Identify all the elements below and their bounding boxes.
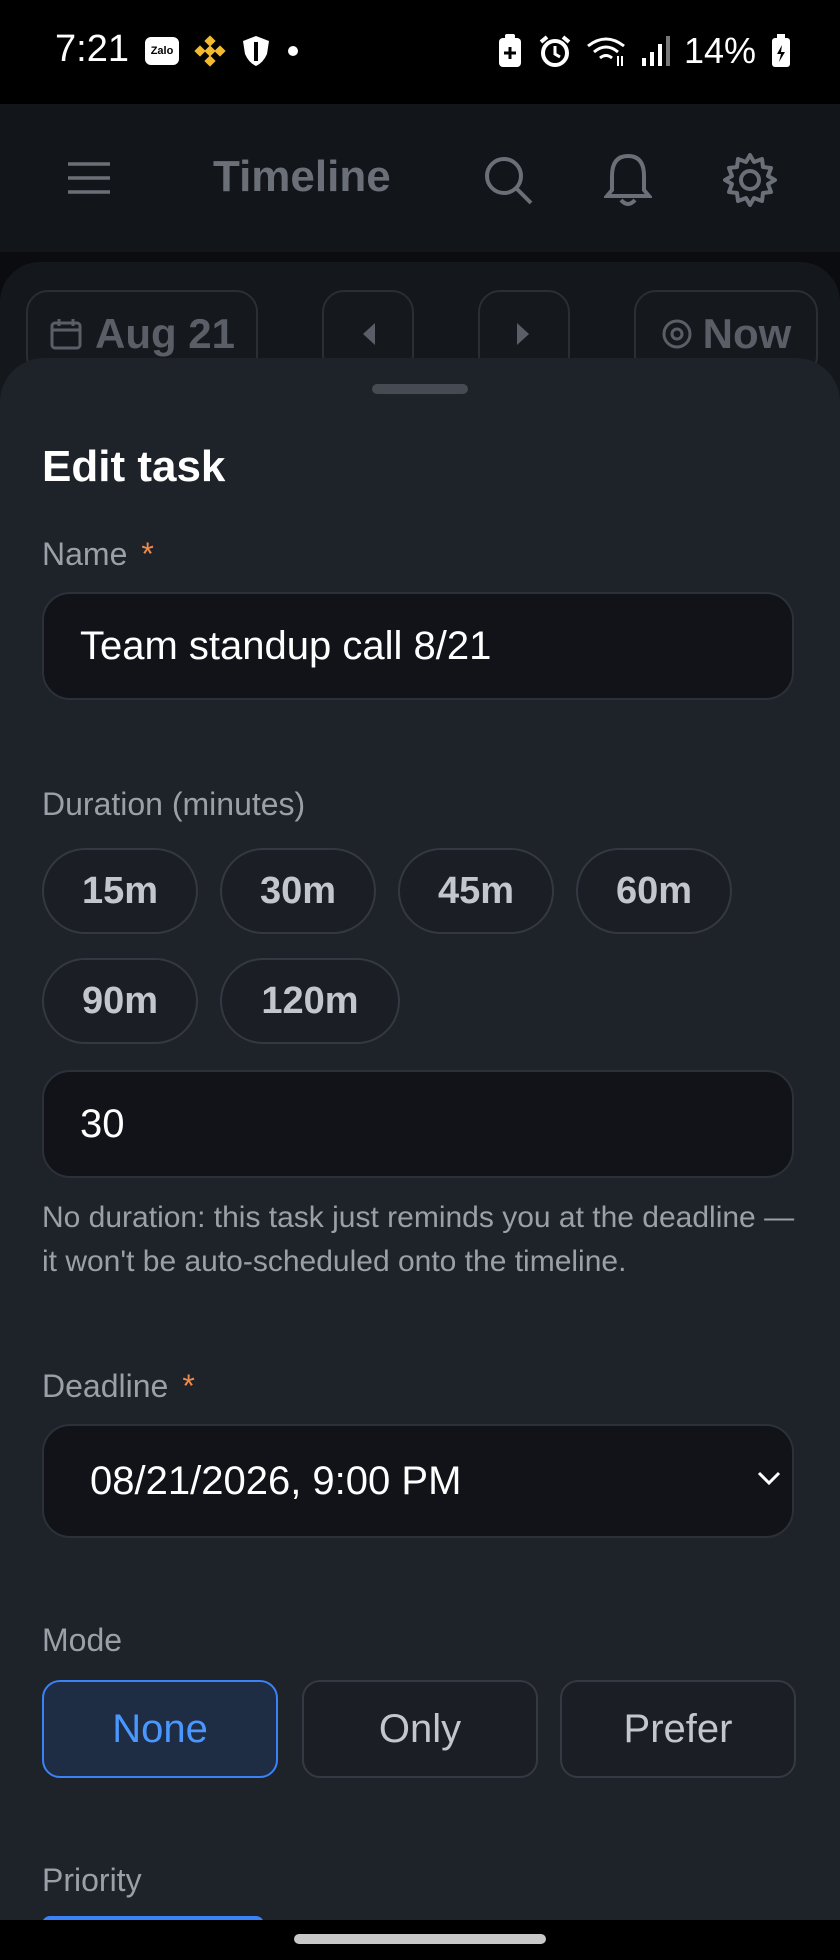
chevron-right-icon xyxy=(517,323,529,345)
deadline-value: 08/21/2026, 9:00 PM xyxy=(90,1458,462,1503)
binance-icon xyxy=(194,35,226,67)
bell-icon[interactable] xyxy=(604,152,652,208)
required-mark: * xyxy=(182,1368,195,1404)
name-input[interactable]: Team standup call 8/21 xyxy=(42,592,794,700)
system-icons: 14% xyxy=(496,30,792,72)
app-title: Timeline xyxy=(213,152,391,201)
home-indicator[interactable] xyxy=(294,1934,546,1944)
app-bar: Timeline xyxy=(0,104,840,254)
duration-chip-60[interactable]: 60m xyxy=(576,848,732,934)
duration-chip-30[interactable]: 30m xyxy=(220,848,376,934)
notification-icons: Zalo xyxy=(145,34,301,68)
mode-none-button[interactable]: None xyxy=(42,1680,278,1778)
mode-prefer-button[interactable]: Prefer xyxy=(560,1680,796,1778)
deadline-label: Deadline xyxy=(42,1368,169,1404)
chevron-down-icon xyxy=(757,1471,781,1486)
status-time: 7:21 xyxy=(55,28,129,70)
mode-only-button[interactable]: Only xyxy=(302,1680,538,1778)
sheet-title: Edit task xyxy=(42,442,226,491)
sheet-drag-handle[interactable] xyxy=(372,384,468,394)
duration-chip-90[interactable]: 90m xyxy=(42,958,198,1044)
gesture-nav-bar xyxy=(0,1920,840,1960)
battery-saver-icon xyxy=(498,34,521,67)
required-mark: * xyxy=(141,536,154,572)
duration-hint: No duration: this task just reminds you … xyxy=(42,1201,795,1278)
signal-icon xyxy=(641,36,670,66)
edit-task-sheet: Edit task Name * Team standup call 8/21 D… xyxy=(0,358,840,1920)
dot-icon xyxy=(288,46,298,56)
name-input-value: Team standup call 8/21 xyxy=(80,623,492,668)
status-bar: 7:21 Zalo 14% xyxy=(0,0,840,104)
deadline-picker[interactable]: 08/21/2026, 9:00 PM xyxy=(42,1424,794,1538)
zalo-icon: Zalo xyxy=(145,37,179,65)
duration-input[interactable]: 30 xyxy=(42,1070,794,1178)
menu-icon[interactable] xyxy=(66,160,112,196)
chevron-left-icon xyxy=(363,323,375,345)
deadline-label-row: Deadline * xyxy=(42,1368,195,1405)
alarm-icon xyxy=(539,35,571,67)
duration-label: Duration (minutes) xyxy=(42,786,306,822)
battery-icon xyxy=(772,34,790,67)
priority-label: Priority xyxy=(42,1862,142,1898)
battery-percent: 14% xyxy=(683,30,756,71)
duration-chip-120[interactable]: 120m xyxy=(220,958,400,1044)
date-label: Aug 21 xyxy=(94,310,236,357)
shield-icon xyxy=(243,36,269,66)
duration-chip-15[interactable]: 15m xyxy=(42,848,198,934)
gear-icon[interactable] xyxy=(722,152,778,208)
mode-label: Mode xyxy=(42,1622,123,1658)
name-label-row: Name * xyxy=(42,536,154,573)
duration-input-value: 30 xyxy=(80,1101,125,1146)
search-icon[interactable] xyxy=(482,154,534,206)
now-label: Now xyxy=(702,310,792,357)
target-icon xyxy=(662,319,692,349)
duration-chip-45[interactable]: 45m xyxy=(398,848,554,934)
name-label: Name xyxy=(42,536,128,572)
calendar-icon xyxy=(50,319,82,350)
wifi-icon xyxy=(587,37,625,66)
